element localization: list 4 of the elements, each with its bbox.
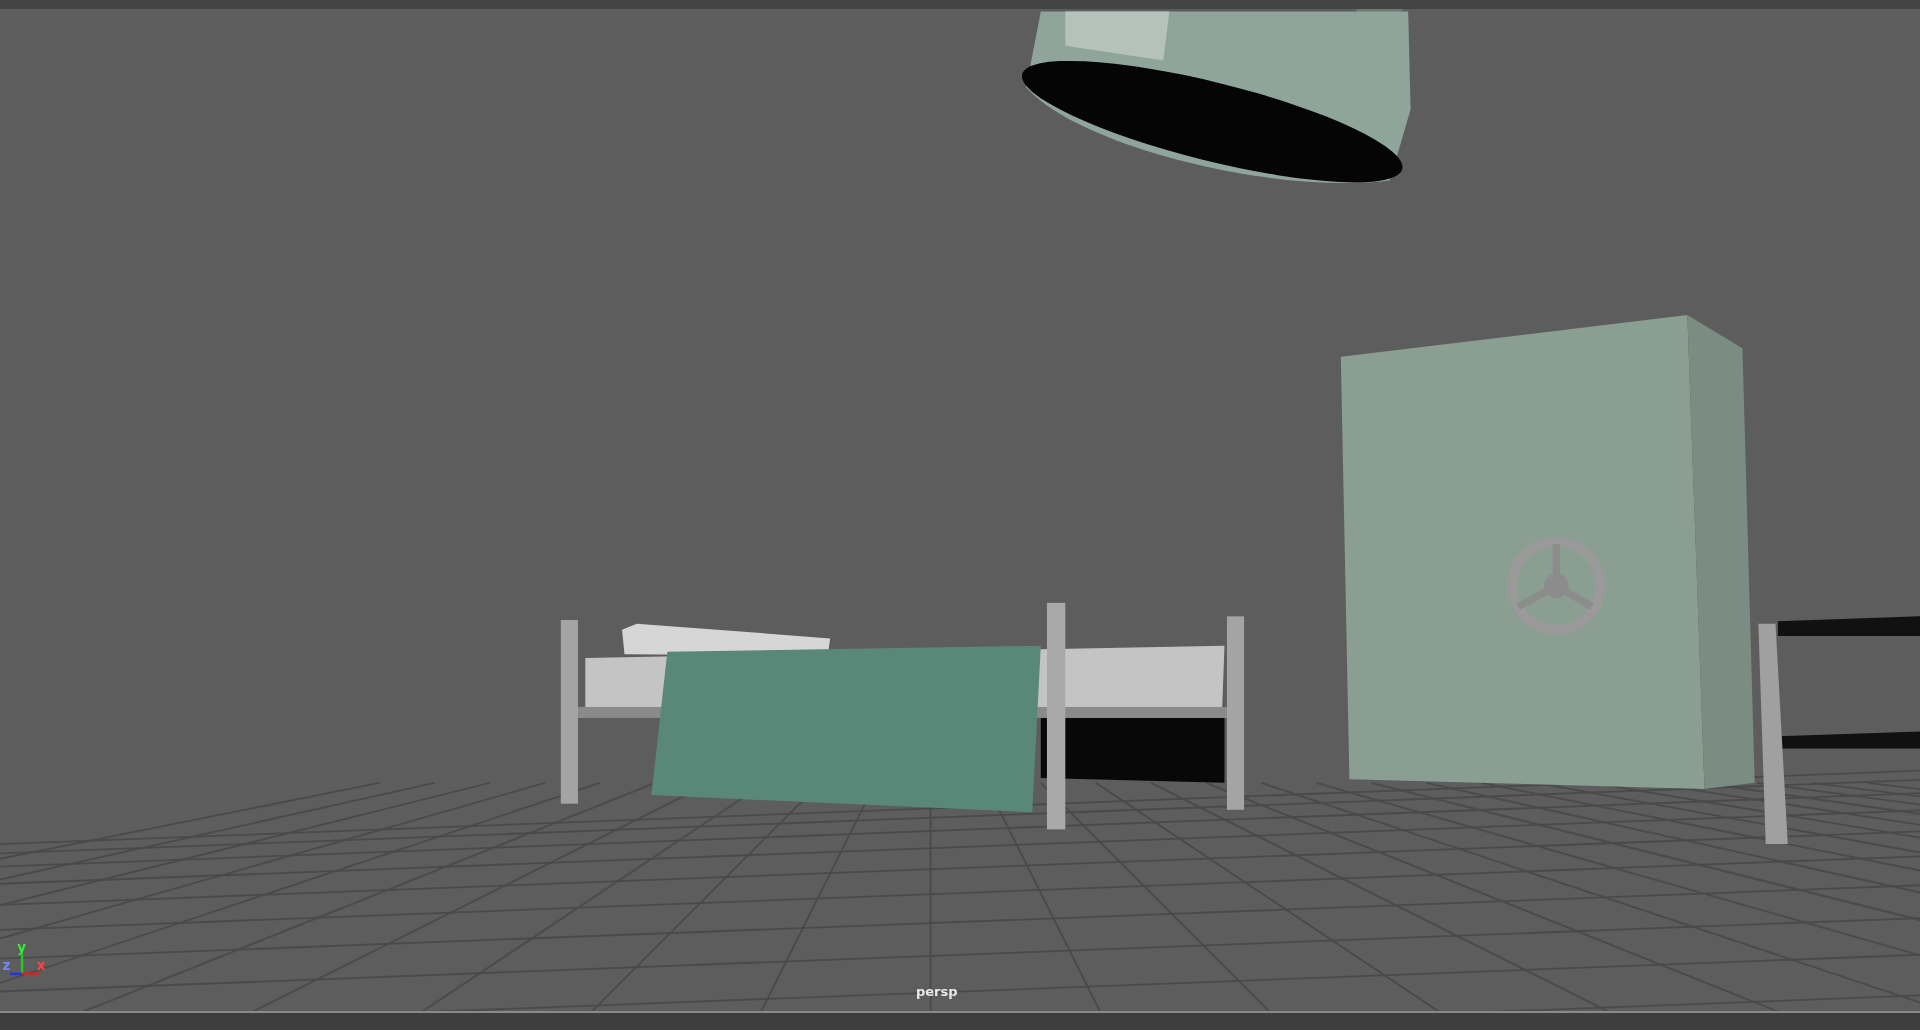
x-axis-label: x bbox=[36, 958, 46, 974]
z-axis-label: z bbox=[2, 958, 11, 974]
y-axis-label: y bbox=[17, 940, 26, 956]
camera-label: persp bbox=[916, 984, 958, 1000]
